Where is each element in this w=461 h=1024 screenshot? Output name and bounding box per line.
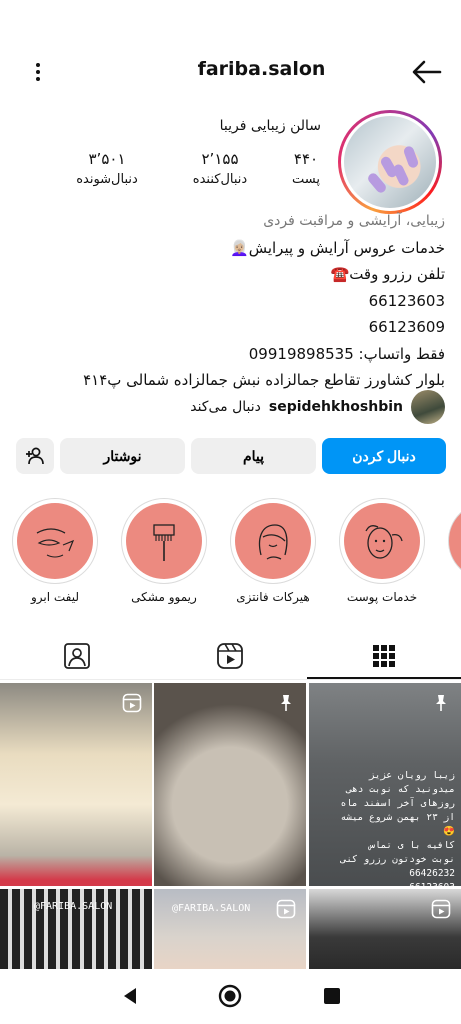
stat-posts[interactable]: ۴۴۰ پست <box>261 150 351 187</box>
circle-home-icon <box>218 984 242 1008</box>
bio-whatsapp[interactable]: فقط واتساپ: 09919898535 <box>16 341 445 368</box>
promo-line: نوبت خودتون رزرو کنی <box>340 854 455 865</box>
profile-full-name: سالن زیبایی فریبا <box>219 118 321 134</box>
post-thumbnail[interactable] <box>309 889 461 969</box>
post-watermark: @FARIBA.SALON <box>172 903 251 914</box>
reels-icon <box>217 643 243 669</box>
highlight-label: خدمات پوست <box>346 590 418 604</box>
promo-line: زیبا رویان عزیز <box>369 770 455 781</box>
post-thumbnail[interactable]: @FARIBA.SALON <box>154 889 306 969</box>
pin-icon <box>281 695 291 711</box>
post-promo-text: زیبا رویان عزیز میدونید که نوبت دهی روزه… <box>321 769 455 886</box>
highlight-label: ریموو مشکی <box>131 590 197 604</box>
stat-followers-label: دنبال‌کننده <box>192 172 248 187</box>
highlight-brow-lift[interactable]: لیفت ابرو <box>12 498 98 604</box>
bio-line: خدمات عروس آرایش و پیرایش👩🏼‍🦳 <box>230 238 445 257</box>
face-care-icon <box>365 525 403 559</box>
post-watermark: @FARIBA.SALON <box>34 901 113 912</box>
highlight-skin-services[interactable]: خدمات پوست <box>339 498 425 604</box>
highlight-label: لیفت ابرو <box>30 590 80 604</box>
pin-icon <box>436 695 446 711</box>
post-thumbnail[interactable] <box>154 683 306 886</box>
bio-line: تلفن رزرو وقت☎️ <box>330 265 445 283</box>
add-person-icon <box>26 447 44 465</box>
nav-home-button[interactable] <box>215 981 245 1011</box>
bio-phone-1[interactable]: 66123603 <box>16 288 445 315</box>
stat-following-value: ۳٬۵۰۱ <box>88 150 126 168</box>
promo-line: از ۲۳ بهمن شروع میشه <box>340 812 455 823</box>
comb-brush-icon <box>153 524 175 561</box>
stat-posts-label: پست <box>292 172 320 187</box>
eyebrow-icon <box>36 528 75 558</box>
tab-reels[interactable] <box>153 634 307 678</box>
square-recents-icon <box>324 988 340 1004</box>
reels-icon <box>276 899 296 919</box>
stat-followers-value: ۲٬۱۵۵ <box>201 150 239 168</box>
highlight-black-remove[interactable]: ریموو مشکی <box>121 498 207 604</box>
message-button[interactable]: پیام <box>191 438 316 474</box>
follow-button[interactable]: دنبال کردن <box>322 438 446 474</box>
suggested-users-button[interactable] <box>16 438 54 474</box>
stat-following-label: دنبال‌شونده <box>76 172 138 187</box>
back-arrow-icon[interactable] <box>410 58 442 86</box>
highlight-partial[interactable] <box>448 502 461 580</box>
stat-following[interactable]: ۳٬۵۰۱ دنبال‌شونده <box>62 150 152 187</box>
tagged-icon <box>64 643 90 669</box>
triangle-back-icon <box>124 988 136 1004</box>
highlight-haircut[interactable]: هیرکات فانتزی <box>230 498 316 604</box>
tab-tagged[interactable] <box>0 634 154 678</box>
post-thumbnail[interactable]: زیبا رویان عزیز میدونید که نوبت دهی روزه… <box>309 683 461 886</box>
promo-phone: 66426232 <box>409 868 455 879</box>
reels-icon <box>431 899 451 919</box>
nav-recents-button[interactable] <box>317 981 347 1011</box>
haircut-icon <box>258 524 288 560</box>
followed-by[interactable]: sepidehkhoshbin دنبال می‌کند <box>190 390 445 424</box>
follower-avatar <box>411 390 445 424</box>
followed-by-suffix: دنبال می‌کند <box>190 399 261 415</box>
post-thumbnail[interactable] <box>0 683 152 886</box>
stat-followers[interactable]: ۲٬۱۵۵ دنبال‌کننده <box>175 150 265 187</box>
stat-posts-value: ۴۴۰ <box>293 150 319 168</box>
active-tab-indicator <box>307 677 461 679</box>
profile-username: fariba.salon <box>197 58 326 80</box>
profile-category: زیبایی، آرایشی و مراقبت فردی <box>263 213 445 229</box>
promo-line: میدونید که نوبت دهی <box>346 784 455 795</box>
avatar-image <box>344 116 436 208</box>
follower-username: sepidehkhoshbin <box>268 399 403 415</box>
profile-avatar[interactable] <box>338 110 442 214</box>
grid-icon <box>373 645 395 667</box>
reels-icon <box>122 693 142 713</box>
promo-line: 😍 <box>443 826 455 837</box>
post-thumbnail[interactable]: @FARIBA.SALON <box>0 889 152 969</box>
email-button[interactable]: نوشتار <box>60 438 185 474</box>
promo-line: روزهای آخر اسفند ماه <box>340 798 455 809</box>
profile-bio: زیبایی، آرایشی و مراقبت فردی خدمات عروس … <box>16 208 445 394</box>
promo-phone: 66123603 <box>321 881 455 886</box>
bio-phone-2[interactable]: 66123609 <box>16 314 445 341</box>
highlight-label: هیرکات فانتزی <box>236 590 310 604</box>
tab-grid[interactable] <box>307 634 461 678</box>
promo-line: کافیه با ی تماس <box>369 840 455 851</box>
nav-back-button[interactable] <box>115 981 145 1011</box>
tabs-divider <box>0 679 461 680</box>
